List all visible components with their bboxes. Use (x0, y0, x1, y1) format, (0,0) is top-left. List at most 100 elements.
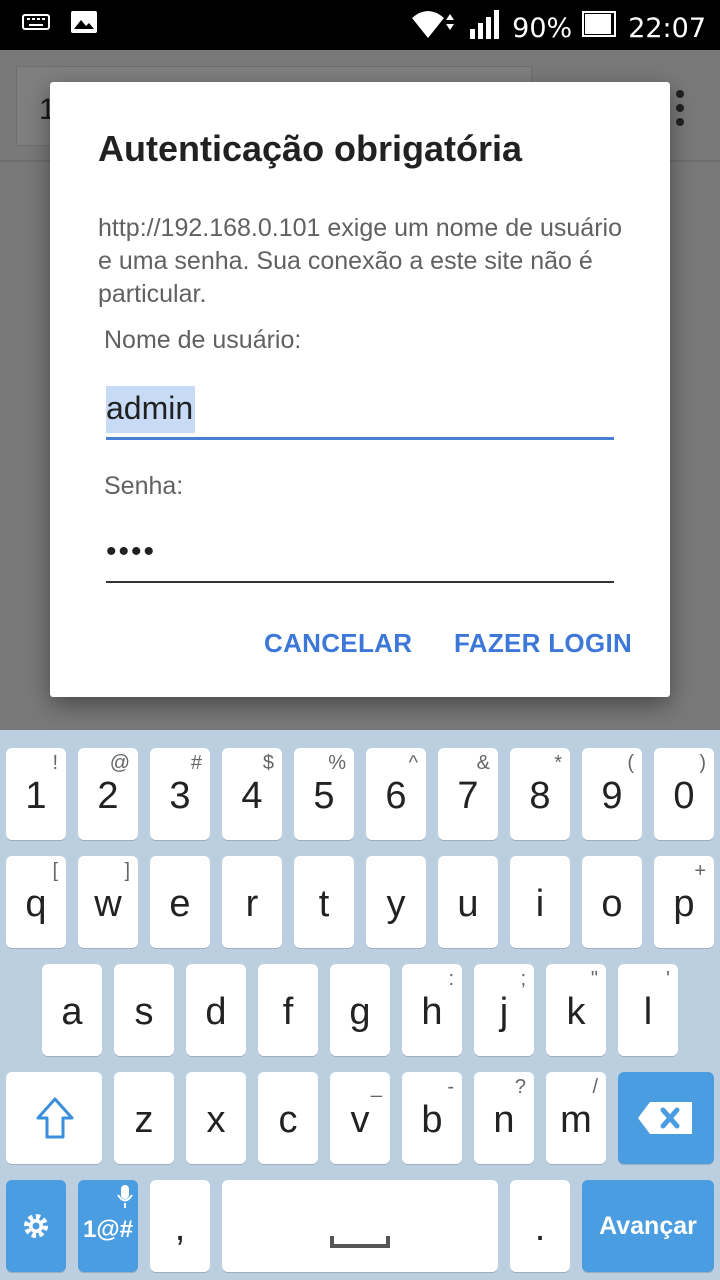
key-x[interactable]: x (186, 1072, 246, 1164)
key-w[interactable]: w] (78, 856, 138, 948)
key-label: v (350, 1099, 370, 1141)
key-label: 9 (601, 775, 623, 817)
key-label: g (349, 991, 371, 1033)
symbols-key[interactable]: 1@# (78, 1180, 138, 1272)
key-hint: * (554, 752, 562, 774)
key-4[interactable]: 4 $ (222, 748, 282, 840)
key-label: i (535, 883, 545, 925)
key-0[interactable]: 0) (654, 748, 714, 840)
backspace-key[interactable] (618, 1072, 714, 1164)
battery-percent: 90% (512, 12, 573, 44)
key-label: k (566, 991, 586, 1033)
key-hint: ; (520, 968, 526, 990)
key-hint: / (592, 1076, 598, 1098)
key-label: 0 (673, 775, 695, 817)
key-u[interactable]: u (438, 856, 498, 948)
key-2[interactable]: 2 @ (78, 748, 138, 840)
key-hint: ^ (408, 752, 418, 774)
key-hint: % (328, 752, 346, 774)
key-label: h (421, 991, 443, 1033)
key-m[interactable]: m / (546, 1072, 606, 1164)
key-label: 7 (457, 775, 479, 817)
next-key-label: Avançar (599, 1212, 697, 1240)
key-label: u (457, 883, 479, 925)
key-label: z (134, 1099, 154, 1141)
key-s[interactable]: s (114, 964, 174, 1056)
key-label: d (205, 991, 227, 1033)
password-field[interactable]: •••• (106, 527, 614, 583)
key-1[interactable]: 1! (6, 748, 66, 840)
login-button[interactable]: FAZER LOGIN (454, 628, 632, 659)
key-6[interactable]: 6 ^ (366, 748, 426, 840)
key-a[interactable]: a (42, 964, 102, 1056)
key-b[interactable]: b- (402, 1072, 462, 1164)
key-hint: $ (262, 752, 274, 774)
username-label: Nome de usuário: (104, 326, 302, 354)
key-label: s (134, 991, 154, 1033)
key-f[interactable]: f (258, 964, 318, 1056)
clock: 22:07 (628, 12, 706, 44)
key-c[interactable]: c (258, 1072, 318, 1164)
key-z[interactable]: z (114, 1072, 174, 1164)
comma-key-label: , (174, 1207, 186, 1249)
key-d[interactable]: d (186, 964, 246, 1056)
key-label: l (643, 991, 653, 1033)
key-8[interactable]: 8 * (510, 748, 570, 840)
key-p[interactable]: p + (654, 856, 714, 948)
backspace-icon (638, 1102, 692, 1134)
key-7[interactable]: 7 & (438, 748, 498, 840)
key-label: c (278, 1099, 298, 1141)
key-label: 8 (529, 775, 551, 817)
key-i[interactable]: i (510, 856, 570, 948)
key-n[interactable]: n? (474, 1072, 534, 1164)
key-hint: # (190, 752, 202, 774)
key-v[interactable]: v _ (330, 1072, 390, 1164)
key-label: n (493, 1099, 515, 1141)
key-label: f (282, 991, 294, 1033)
key-label: j (499, 991, 509, 1033)
key-3[interactable]: 3 # (150, 748, 210, 840)
key-hint: + (694, 860, 706, 882)
key-label: t (318, 883, 330, 925)
key-k[interactable]: k " (546, 964, 606, 1056)
key-5[interactable]: 5% (294, 748, 354, 840)
key-o[interactable]: o (582, 856, 642, 948)
shift-key[interactable] (6, 1072, 102, 1164)
key-e[interactable]: e (150, 856, 210, 948)
space-key[interactable] (222, 1180, 498, 1272)
key-h[interactable]: h: (402, 964, 462, 1056)
key-label: r (245, 883, 259, 925)
space-icon (330, 1236, 390, 1248)
key-hint: " (590, 968, 598, 990)
battery-icon (582, 9, 618, 48)
key-label: e (169, 883, 191, 925)
key-t[interactable]: t (294, 856, 354, 948)
dialog-message: http://192.168.0.101 exige um nome de us… (98, 214, 622, 308)
next-key[interactable]: Avançar (582, 1180, 714, 1272)
key-label: q (25, 883, 47, 925)
key-j[interactable]: j; (474, 964, 534, 1056)
cancel-button[interactable]: CANCELAR (264, 628, 412, 659)
key-y[interactable]: y (366, 856, 426, 948)
key-label: 4 (241, 775, 263, 817)
gear-icon (24, 1214, 48, 1238)
period-key[interactable]: . (510, 1180, 570, 1272)
key-9[interactable]: 9( (582, 748, 642, 840)
settings-key[interactable] (6, 1180, 66, 1272)
key-hint: : (448, 968, 454, 990)
soft-keyboard: 1@# , . Avançar 1! 2 @3 #4 $5% 6 ^ 7 & 8 * 9(0) q[w]… (0, 730, 720, 1280)
key-label: 2 (97, 775, 119, 817)
key-label: w (94, 883, 122, 925)
username-field[interactable]: admin (106, 384, 614, 440)
key-q[interactable]: q[ (6, 856, 66, 948)
image-icon (70, 10, 98, 39)
key-hint: ' (666, 968, 670, 990)
key-label: 3 (169, 775, 191, 817)
key-r[interactable]: r (222, 856, 282, 948)
comma-key[interactable]: , (150, 1180, 210, 1272)
key-label: 5 (313, 775, 335, 817)
key-g[interactable]: g (330, 964, 390, 1056)
key-hint: - (447, 1076, 454, 1098)
key-label: 6 (385, 775, 407, 817)
key-l[interactable]: l ' (618, 964, 678, 1056)
